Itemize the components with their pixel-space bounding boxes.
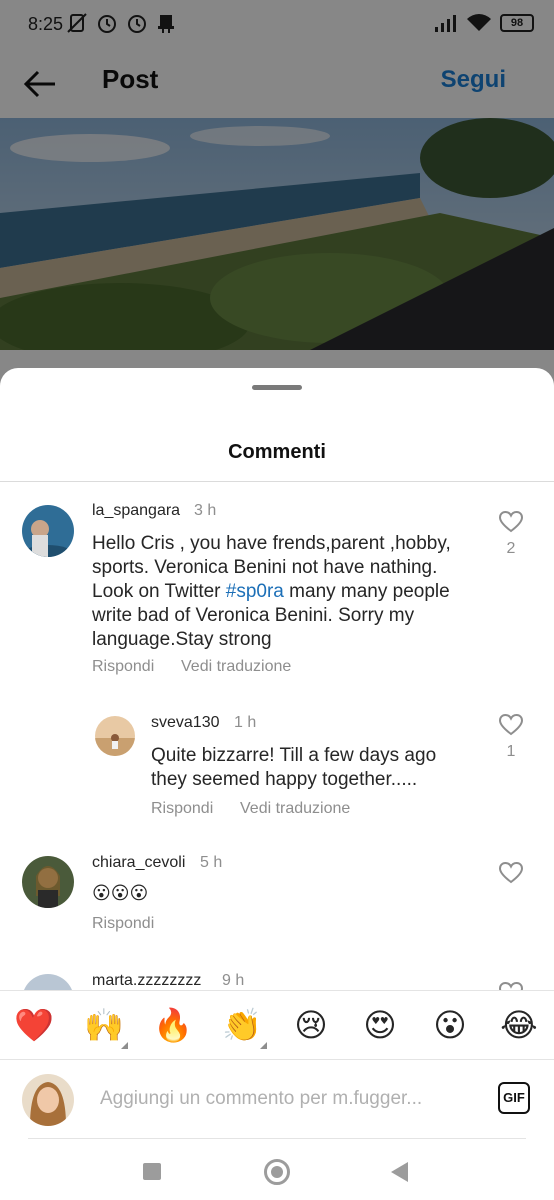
emoji-crying-button[interactable]: 😢 [291,1005,331,1045]
comment-username[interactable]: sveva130 [151,714,220,732]
emoji-fire-button[interactable]: 🔥 [153,1005,193,1045]
comment-text: Quite bizzarre! Till a few days ago they… [151,745,437,790]
comment-username[interactable]: chiara_cevoli [92,854,185,872]
sheet-title: Commenti [228,441,326,463]
user-avatar [22,1074,74,1126]
emoji-raised-hands-button[interactable]: 🙌 [84,1005,124,1045]
avatar[interactable] [22,974,74,990]
comments-sheet: Commenti la_spangara 3 h Hello Cris , yo… [0,368,554,1200]
emoji-clap-button[interactable]: 👏 [222,1005,262,1045]
emoji-heart-eyes-button[interactable]: 😍 [360,1005,400,1045]
system-nav-bar [0,1138,554,1200]
hashtag-link[interactable]: #sp0ra [226,581,284,602]
comment-composer: GIF [0,1059,554,1137]
comment-time: 5 h [200,854,223,871]
translate-button[interactable]: Vedi traduzione [240,800,350,818]
comment-input[interactable] [100,1082,480,1116]
avatar[interactable] [22,505,74,557]
back-triangle-icon[interactable] [391,1162,408,1182]
like-count: 1 [506,743,516,760]
comment-text: Hello Cris , you have frends,parent ,hob… [92,533,451,650]
recent-apps-icon[interactable] [143,1163,161,1180]
comment-username[interactable]: marta.zzzzzzzz [92,972,201,990]
comment-item: marta.zzzzzzzz 9 h [0,970,554,990]
translate-button[interactable]: Vedi traduzione [181,658,291,676]
skin-tone-indicator [260,1042,267,1049]
dim-overlay[interactable] [0,0,554,390]
heart-icon[interactable] [498,980,524,990]
comment-time: 1 h [234,714,257,731]
comment-username[interactable]: la_spangara [92,502,180,520]
heart-icon[interactable] [498,860,524,886]
comment-time: 9 h [222,972,245,989]
comment-item: la_spangara 3 h Hello Cris , you have fr… [0,482,554,682]
reply-button[interactable]: Rispondi [92,658,154,676]
drag-handle[interactable] [252,385,302,390]
home-icon[interactable] [264,1159,290,1185]
emoji-heart-button[interactable]: ❤️ [14,1005,54,1045]
comment-item: chiara_cevoli 5 h 😮😮😮 Rispondi [0,852,554,942]
divider [28,1138,526,1139]
heart-icon[interactable] [498,712,524,738]
avatar[interactable] [22,856,74,908]
emoji-surprised-button[interactable]: 😮 [430,1005,470,1045]
comment-text: 😮😮😮 [92,883,149,904]
heart-icon[interactable] [498,509,524,535]
emoji-reaction-bar: ❤️ 🙌 🔥 👏 😢 😍 😮 😂 [0,990,554,1059]
reply-item: sveva130 1 h Quite bizzarre! Till a few … [0,706,554,818]
comment-list: la_spangara 3 h Hello Cris , you have fr… [0,482,554,990]
like-count: 2 [506,540,516,557]
reply-button[interactable]: Rispondi [92,915,154,933]
skin-tone-indicator [121,1042,128,1049]
comment-time: 3 h [194,502,217,519]
gif-button[interactable]: GIF [498,1082,530,1114]
reply-button[interactable]: Rispondi [151,800,213,818]
emoji-laughing-button[interactable]: 😂 [499,1005,539,1045]
avatar[interactable] [95,716,135,756]
